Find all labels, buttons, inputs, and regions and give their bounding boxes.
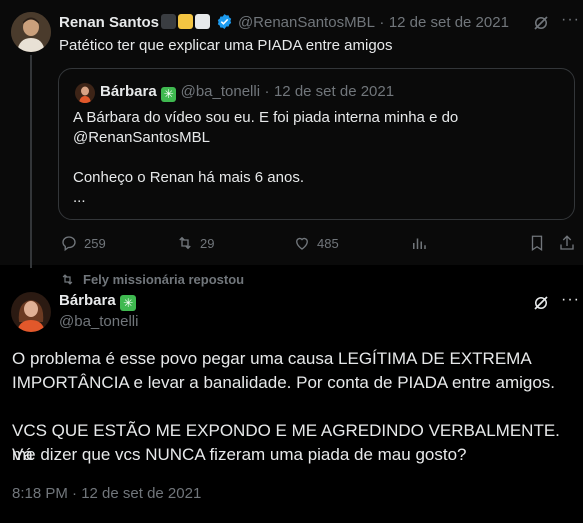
retweet-count: 29	[200, 235, 215, 251]
reply-button[interactable]: 259	[60, 234, 106, 252]
quote-text-line2: @RenanSantosMBL	[73, 129, 210, 146]
grok-icon[interactable]	[532, 14, 550, 32]
quote-text-line4: ...	[73, 189, 86, 206]
separator-dot: ·	[379, 14, 385, 31]
tweet2-text-p1-l2: IMPORTÂNCIA e levar a banalidade. Por co…	[12, 373, 556, 392]
tweet2-text-p2-l2: me dizer que vcs NUNCA fizeram uma piada…	[12, 445, 467, 464]
green-sparkle-icon: ✳	[120, 295, 137, 311]
retweet-icon	[62, 274, 73, 285]
bookmark-button[interactable]	[528, 234, 546, 252]
tweet1-text: Patético ter que explicar uma PIADA entr…	[59, 37, 393, 54]
quote-text-line3: Conheço o Renan há mais 6 anos.	[73, 169, 304, 186]
repost-indicator: Fely missionária repostou	[60, 272, 244, 287]
author-handle[interactable]: @ba_tonelli	[59, 313, 138, 330]
quote-text-line1: A Bárbara do vídeo sou eu. E foi piada i…	[73, 109, 459, 126]
black-square-emoji	[161, 14, 177, 29]
yellow-square-emoji	[178, 14, 194, 29]
avatar-barbara[interactable]	[11, 292, 51, 332]
author-name[interactable]: Renan Santos	[59, 14, 159, 31]
analytics-icon	[413, 238, 426, 249]
tweet1-header: Renan Santos @RenanSantosMBL · 12 de set…	[59, 13, 509, 35]
tweet-date[interactable]: 12 de set de 2021	[389, 14, 509, 31]
like-button[interactable]: 485	[293, 234, 339, 252]
quote-header: Bárbara ✳ @ba_tonelli · 12 de set de 202…	[100, 83, 394, 102]
quote-author-name: Bárbara	[100, 83, 157, 100]
bookmark-icon	[531, 235, 543, 252]
quote-date: 12 de set de 2021	[273, 83, 395, 100]
avatar-renan[interactable]	[11, 12, 51, 52]
thread-connector	[30, 55, 32, 268]
tweet2-header: Bárbara ✳	[59, 292, 137, 311]
retweet-button[interactable]: 29	[176, 234, 214, 252]
repost-text[interactable]: Fely missionária repostou	[83, 272, 244, 287]
tweet2-text-p1-l1: O problema é esse povo pegar uma causa L…	[12, 349, 532, 368]
white-square-emoji	[195, 14, 211, 29]
like-count: 485	[317, 235, 339, 251]
views-button[interactable]	[410, 234, 428, 252]
quote-separator-dot: ·	[264, 83, 270, 100]
grok-icon[interactable]	[532, 294, 550, 312]
green-sparkle-icon: ✳	[161, 87, 177, 102]
verified-icon	[216, 13, 233, 35]
quote-handle: @ba_tonelli	[180, 83, 261, 100]
reply-icon	[62, 236, 76, 252]
heart-icon	[296, 237, 308, 250]
more-options-icon[interactable]: ···	[561, 291, 580, 309]
more-options-icon[interactable]: ···	[561, 11, 580, 29]
share-button[interactable]	[558, 234, 576, 252]
author-handle[interactable]: @RenanSantosMBL	[238, 14, 375, 31]
reply-count: 259	[84, 235, 106, 251]
author-name[interactable]: Bárbara	[59, 292, 116, 309]
avatar-barbara-small[interactable]	[75, 83, 95, 103]
share-icon	[560, 235, 574, 250]
tweet-timestamp[interactable]: 8:18 PM · 12 de set de 2021	[12, 485, 201, 502]
retweet-icon	[179, 236, 191, 250]
